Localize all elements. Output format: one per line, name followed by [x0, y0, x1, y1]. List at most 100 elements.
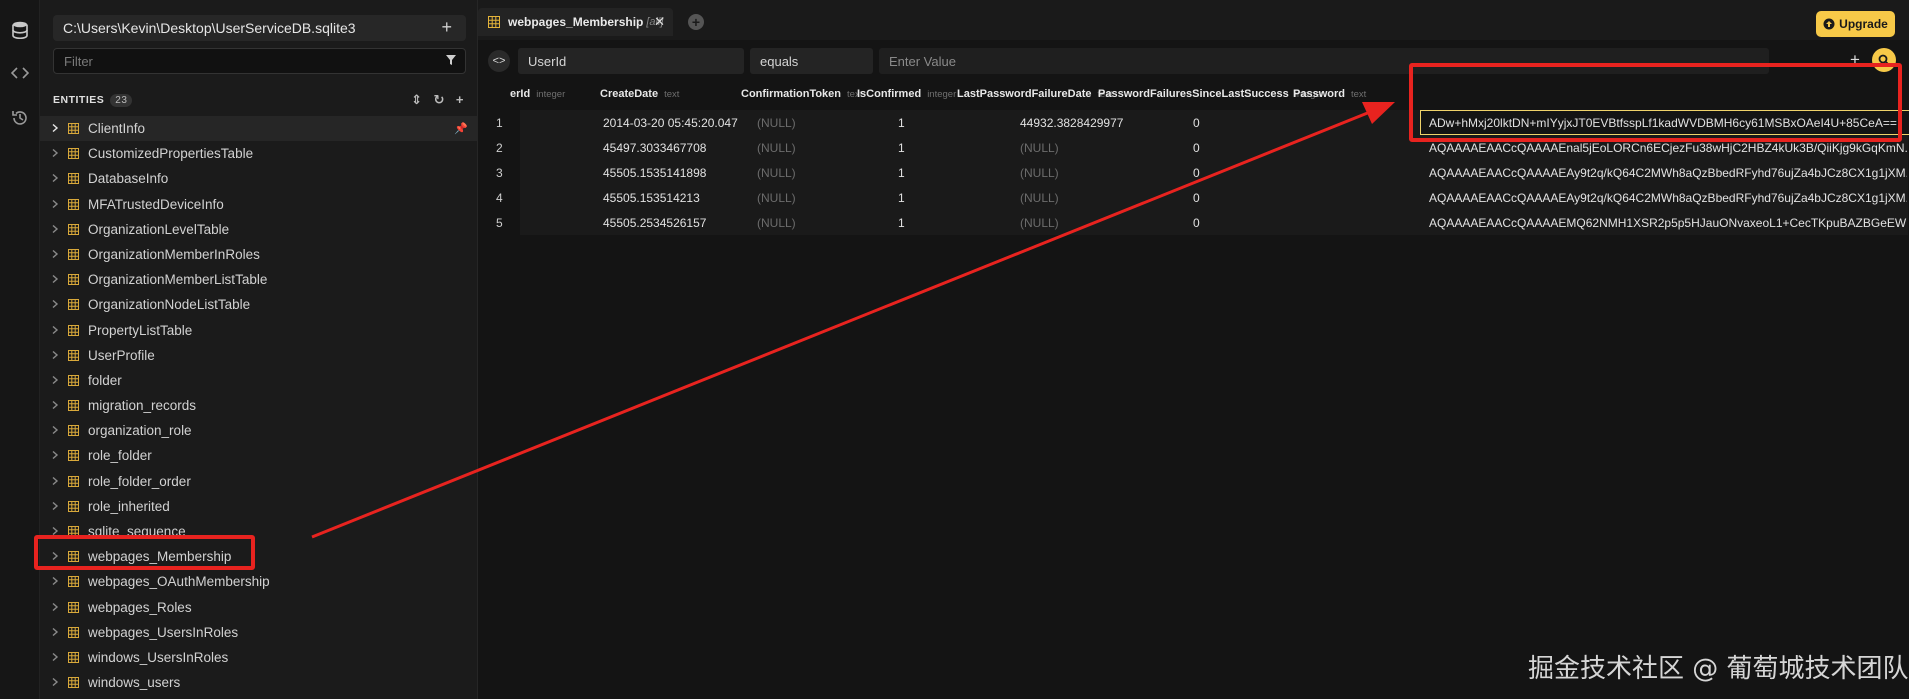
- chevron-right-icon[interactable]: [51, 678, 59, 687]
- cell-token[interactable]: (NULL): [757, 191, 796, 205]
- sidebar-item-windows-users[interactable]: windows_users: [40, 670, 478, 695]
- cell-password[interactable]: AQAAAAEAACcQAAAAEAy9t2q/kQ64C2MWh8aQzBbe…: [1429, 191, 1907, 205]
- sidebar-item-organizationmemberinroles[interactable]: OrganizationMemberInRoles: [40, 242, 478, 267]
- cell-create[interactable]: 2014-03-20 05:45:20.047: [603, 116, 738, 130]
- sidebar-item-webpages-usersinroles[interactable]: webpages_UsersInRoles: [40, 620, 478, 645]
- funnel-icon[interactable]: [445, 54, 457, 66]
- tab-webpages-membership[interactable]: webpages_Membership [all] ✕: [478, 8, 673, 36]
- chevron-right-icon[interactable]: [51, 426, 59, 435]
- chevron-right-icon[interactable]: [51, 199, 59, 208]
- cell-failures[interactable]: 0: [1193, 216, 1200, 230]
- chevron-right-icon[interactable]: [51, 325, 59, 334]
- cell-lastfail[interactable]: (NULL): [1020, 191, 1059, 205]
- database-path-selector[interactable]: C:\Users\Kevin\Desktop\UserServiceDB.sql…: [53, 15, 466, 41]
- add-database-icon[interactable]: +: [441, 17, 452, 38]
- cell-token[interactable]: (NULL): [757, 116, 796, 130]
- chevron-right-icon[interactable]: [51, 375, 59, 384]
- chevron-right-icon[interactable]: [51, 527, 59, 535]
- sidebar-item-folder[interactable]: folder: [40, 368, 478, 393]
- column-header-passwordfailuressincelastsuccess[interactable]: PasswordFailuresSinceLastSuccess integer: [1098, 88, 1324, 100]
- chevron-right-icon[interactable]: [51, 602, 59, 611]
- sidebar-item-role-inherited[interactable]: role_inherited: [40, 494, 478, 519]
- chevron-right-icon[interactable]: [51, 501, 59, 510]
- column-header-isconfirmed[interactable]: IsConfirmed integer: [857, 88, 956, 100]
- cell-create[interactable]: 45505.153514213: [603, 191, 700, 205]
- cell-token[interactable]: (NULL): [757, 216, 796, 230]
- sidebar-item-customizedpropertiestable[interactable]: CustomizedPropertiesTable: [40, 141, 478, 166]
- upgrade-button[interactable]: Upgrade: [1816, 11, 1895, 37]
- sidebar-item-windows-usersinroles[interactable]: windows_UsersInRoles: [40, 645, 478, 670]
- sidebar-item-migration-records[interactable]: migration_records: [40, 393, 478, 418]
- chevron-right-icon[interactable]: [51, 652, 59, 661]
- sidebar-item-role-folder-order[interactable]: role_folder_order: [40, 469, 478, 494]
- sidebar-item-organization-role[interactable]: organization_role: [40, 418, 478, 443]
- cell-confirmed[interactable]: 1: [898, 216, 905, 230]
- sidebar-item-organizationmemberlisttable[interactable]: OrganizationMemberListTable: [40, 267, 478, 292]
- new-tab-icon[interactable]: +: [688, 14, 704, 30]
- sidebar-item-propertylisttable[interactable]: PropertyListTable: [40, 318, 478, 343]
- cell-create[interactable]: 45505.2534526157: [603, 216, 706, 230]
- cell-confirmed[interactable]: 1: [898, 141, 905, 155]
- table-row[interactable]: 5 45505.2534526157 (NULL) 1 (NULL) 0 AQAAAAEAA…: [478, 210, 1909, 235]
- code-toggle-icon[interactable]: <>: [488, 50, 510, 72]
- cell-confirmed[interactable]: 1: [898, 116, 905, 130]
- sidebar-item-organizationleveltable[interactable]: OrganizationLevelTable: [40, 217, 478, 242]
- cell-failures[interactable]: 0: [1193, 166, 1200, 180]
- close-icon[interactable]: ✕: [654, 14, 665, 30]
- chevron-right-icon[interactable]: [51, 300, 59, 309]
- chevron-right-icon[interactable]: [51, 476, 59, 485]
- cell-failures[interactable]: 0: [1193, 141, 1200, 155]
- filter-operator-select[interactable]: equals: [750, 48, 873, 74]
- cell-password[interactable]: AQAAAAEAACcQAAAAEAy9t2q/kQ64C2MWh8aQzBbe…: [1429, 166, 1907, 180]
- sidebar-item-databaseinfo[interactable]: DatabaseInfo: [40, 166, 478, 191]
- entity-filter-input[interactable]: Filter: [53, 48, 466, 74]
- chevron-right-icon[interactable]: [51, 451, 59, 460]
- chevron-right-icon[interactable]: [51, 350, 59, 359]
- column-header-password[interactable]: Password text: [1293, 88, 1366, 100]
- sidebar-item-role-folder[interactable]: role_folder: [40, 443, 478, 468]
- sort-icon[interactable]: ⇕: [411, 92, 422, 108]
- pin-icon[interactable]: 📌: [454, 122, 468, 135]
- column-header-lastpasswordfailuredate[interactable]: LastPasswordFailureDate text: [957, 88, 1113, 100]
- cell-failures[interactable]: 0: [1193, 116, 1200, 130]
- cell-confirmed[interactable]: 1: [898, 191, 905, 205]
- cell-create[interactable]: 45497.3033467708: [603, 141, 706, 155]
- chevron-right-icon[interactable]: [51, 124, 59, 132]
- cell-failures[interactable]: 0: [1193, 191, 1200, 205]
- cell-token[interactable]: (NULL): [757, 166, 796, 180]
- database-icon[interactable]: [8, 18, 32, 42]
- chevron-right-icon[interactable]: [51, 174, 59, 183]
- sidebar-item-webpages-roles[interactable]: webpages_Roles: [40, 595, 478, 620]
- chevron-right-icon[interactable]: [51, 224, 59, 233]
- column-header-createdate[interactable]: CreateDate text: [600, 88, 679, 100]
- sidebar-item-mfatrusteddeviceinfo[interactable]: MFATrustedDeviceInfo: [40, 192, 478, 217]
- column-header-erid[interactable]: erId integer: [510, 88, 565, 100]
- cell-confirmed[interactable]: 1: [898, 166, 905, 180]
- column-header-confirmationtoken[interactable]: ConfirmationToken text: [741, 88, 862, 100]
- table-row[interactable]: 3 45505.1535141898 (NULL) 1 (NULL) 0 AQAAAAEAA…: [478, 160, 1909, 185]
- sidebar-item-userprofile[interactable]: UserProfile: [40, 343, 478, 368]
- code-icon[interactable]: [8, 61, 32, 85]
- cell-password[interactable]: AQAAAAEAACcQAAAAEMQ62NMH1XSR2p5p5HJauONv…: [1429, 216, 1907, 230]
- history-icon[interactable]: [8, 106, 32, 130]
- cell-lastfail[interactable]: 44932.3828429977: [1020, 116, 1123, 130]
- filter-column-select[interactable]: UserId: [518, 48, 744, 74]
- chevron-right-icon[interactable]: [51, 401, 59, 410]
- cell-create[interactable]: 45505.1535141898: [603, 166, 706, 180]
- refresh-icon[interactable]: ↻: [434, 92, 445, 108]
- cell-password[interactable]: AQAAAAEAACcQAAAAEnal5jEoLORCn6ECjezFu38w…: [1429, 141, 1907, 155]
- chevron-right-icon[interactable]: [51, 275, 59, 284]
- chevron-right-icon[interactable]: [51, 249, 59, 258]
- cell-token[interactable]: (NULL): [757, 141, 796, 155]
- chevron-right-icon[interactable]: [51, 577, 59, 586]
- table-row[interactable]: 4 45505.153514213 (NULL) 1 (NULL) 0 AQAAAAEAAC…: [478, 185, 1909, 210]
- chevron-right-icon[interactable]: [51, 627, 59, 636]
- add-entity-icon[interactable]: +: [456, 92, 464, 108]
- cell-lastfail[interactable]: (NULL): [1020, 216, 1059, 230]
- sidebar-item-organizationnodelisttable[interactable]: OrganizationNodeListTable: [40, 292, 478, 317]
- cell-lastfail[interactable]: (NULL): [1020, 166, 1059, 180]
- sidebar-item-webpages-oauthmembership[interactable]: webpages_OAuthMembership: [40, 569, 478, 594]
- sidebar-item-clientinfo[interactable]: ClientInfo 📌: [40, 116, 478, 142]
- chevron-right-icon[interactable]: [51, 149, 59, 158]
- cell-lastfail[interactable]: (NULL): [1020, 141, 1059, 155]
